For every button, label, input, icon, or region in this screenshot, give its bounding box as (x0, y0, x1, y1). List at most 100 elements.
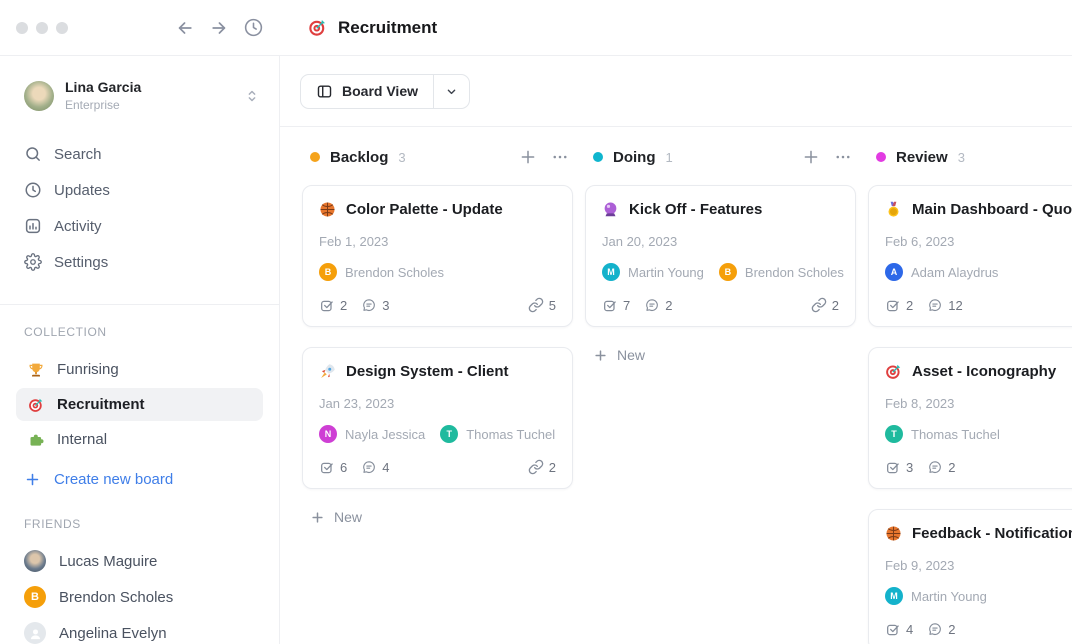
main-content: Board View Backlog 3 (280, 56, 1072, 644)
comment-icon (927, 621, 943, 637)
sidebar-item-search[interactable]: Search (0, 136, 279, 172)
sidebar-board-internal[interactable]: Internal (16, 423, 263, 456)
card-emoji-icon (885, 525, 902, 542)
assignee-name: Martin Young (628, 265, 704, 280)
task-card[interactable]: Color Palette - Update Feb 1, 2023 BBren… (302, 185, 573, 327)
comments-item: 12 (927, 297, 962, 313)
task-card[interactable]: Main Dashboard - Quote Feb 6, 2023 AAdam… (868, 185, 1072, 327)
assignee-name: Adam Alaydrus (911, 265, 998, 280)
sidebar-board-funrising[interactable]: Funrising (16, 353, 263, 386)
assignee-avatar: T (885, 425, 903, 443)
board-view-button[interactable]: Board View (300, 74, 470, 109)
column-count: 3 (958, 150, 965, 165)
profile-plan: Enterprise (65, 98, 141, 112)
friend-brendon-scholes[interactable]: B Brendon Scholes (0, 579, 279, 615)
expand-chevrons-icon[interactable] (243, 87, 261, 105)
comments-item: 2 (927, 459, 955, 475)
board-view-icon (316, 83, 333, 100)
kanban-column: Doing 1 Kick Off - Features Jan 20, 2023… (585, 146, 856, 644)
assignee-name: Martin Young (911, 589, 987, 604)
column-name: Backlog (330, 149, 388, 166)
comment-icon (927, 459, 943, 475)
board-view-label: Board View (342, 83, 418, 99)
profile-switcher[interactable]: Lina Garcia Enterprise (0, 79, 279, 112)
collection-section-label: COLLECTION (0, 305, 279, 351)
gear-icon (24, 253, 42, 271)
back-arrow-icon[interactable] (174, 17, 196, 39)
card-emoji-icon (319, 201, 336, 218)
links-count: 2 (832, 298, 839, 313)
column-count: 1 (666, 150, 673, 165)
card-date: Feb 6, 2023 (885, 234, 1072, 249)
create-new-board-label: Create new board (54, 471, 173, 488)
dart-emoji-icon (28, 397, 44, 413)
forward-arrow-icon[interactable] (208, 17, 230, 39)
task-card[interactable]: Feedback - Notification Feb 9, 2023 MMar… (868, 509, 1072, 644)
column-menu-icon[interactable] (551, 148, 569, 166)
sidebar-item-settings[interactable]: Settings (0, 244, 279, 280)
task-card[interactable]: Design System - Client Jan 23, 2023 NNay… (302, 347, 573, 489)
task-card[interactable]: Asset - Iconography Feb 8, 2023 TThomas … (868, 347, 1072, 489)
tasks-item: 6 (319, 459, 347, 475)
column-header: Doing 1 (585, 146, 856, 168)
puzzle-emoji-icon (28, 432, 44, 448)
kanban-column: Backlog 3 Color Palette - Update Feb 1, … (302, 146, 573, 644)
sidebar-item-updates[interactable]: Updates (0, 172, 279, 208)
card-footer: 7 2 2 (602, 297, 839, 313)
history-clock-icon[interactable] (242, 17, 264, 39)
comment-icon (361, 459, 377, 475)
tasks-count: 3 (906, 460, 913, 475)
new-card-button[interactable]: New (585, 347, 856, 363)
card-date: Feb 1, 2023 (319, 234, 556, 249)
checklist-icon (885, 459, 901, 475)
topbar-sidebar-section (0, 0, 280, 55)
assignee: MMartin Young (885, 587, 987, 605)
friend-name: Angelina Evelyn (59, 625, 167, 642)
link-icon (811, 297, 827, 313)
card-assignees: AAdam Alaydrus (885, 263, 1072, 281)
column-count: 3 (398, 150, 405, 165)
assignee: BBrendon Scholes (319, 263, 444, 281)
assignee-avatar: M (602, 263, 620, 281)
view-dropdown-caret[interactable] (433, 75, 469, 108)
comments-item: 2 (644, 297, 672, 313)
column-name: Doing (613, 149, 656, 166)
tasks-item: 2 (885, 297, 913, 313)
card-assignees: BBrendon Scholes (319, 263, 556, 281)
card-footer: 2 12 (885, 297, 1072, 313)
card-emoji-icon (885, 363, 902, 380)
assignee-name: Brendon Scholes (745, 265, 844, 280)
new-card-label: New (617, 347, 645, 363)
view-toolbar: Board View (280, 56, 1072, 127)
column-menu-icon[interactable] (834, 148, 852, 166)
card-title: Feedback - Notification (912, 525, 1072, 542)
links-item: 2 (811, 297, 839, 313)
window-control-dot[interactable] (16, 22, 28, 34)
add-card-icon[interactable] (802, 148, 820, 166)
window-control-dot[interactable] (56, 22, 68, 34)
card-title: Asset - Iconography (912, 363, 1056, 380)
card-title: Main Dashboard - Quote (912, 201, 1072, 218)
board-item-label: Funrising (57, 361, 119, 378)
tasks-item: 4 (885, 621, 913, 637)
board-columns: Backlog 3 Color Palette - Update Feb 1, … (280, 127, 1072, 644)
create-new-board-button[interactable]: Create new board (0, 461, 279, 497)
card-title: Kick Off - Features (629, 201, 762, 218)
task-card[interactable]: Kick Off - Features Jan 20, 2023 MMartin… (585, 185, 856, 327)
sidebar: Lina Garcia Enterprise Search Updates Ac… (0, 56, 280, 644)
friend-lucas-maguire[interactable]: Lucas Maguire (0, 543, 279, 579)
plus-icon (24, 471, 41, 488)
assignee-avatar: T (440, 425, 458, 443)
add-card-icon[interactable] (519, 148, 537, 166)
assignee: TThomas Tuchel (885, 425, 1000, 443)
sidebar-item-activity[interactable]: Activity (0, 208, 279, 244)
column-header: Backlog 3 (302, 146, 573, 168)
column-status-dot (310, 152, 320, 162)
sidebar-board-recruitment[interactable]: Recruitment (16, 388, 263, 421)
tasks-count: 6 (340, 460, 347, 475)
friend-angelina-evelyn[interactable]: Angelina Evelyn (0, 615, 279, 644)
friends-section-label: FRIENDS (0, 497, 279, 543)
assignee: TThomas Tuchel (440, 425, 555, 443)
window-control-dot[interactable] (36, 22, 48, 34)
new-card-button[interactable]: New (302, 509, 573, 525)
